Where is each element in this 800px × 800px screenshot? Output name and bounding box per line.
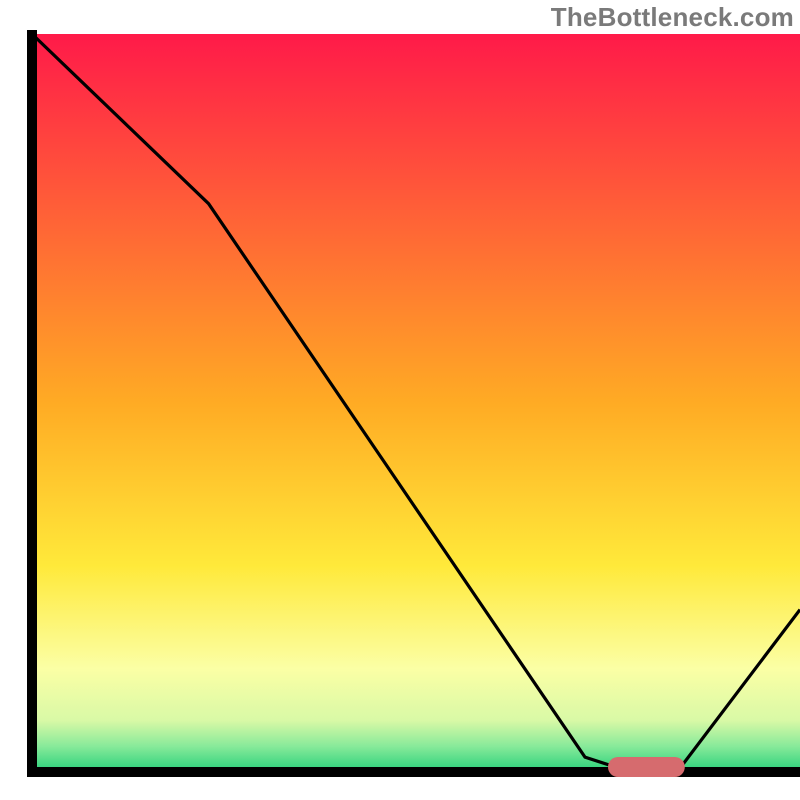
optimal-range-marker (608, 757, 685, 777)
bottleneck-chart (0, 0, 800, 800)
watermark-text: TheBottleneck.com (551, 2, 794, 33)
chart-stage: TheBottleneck.com (0, 0, 800, 800)
